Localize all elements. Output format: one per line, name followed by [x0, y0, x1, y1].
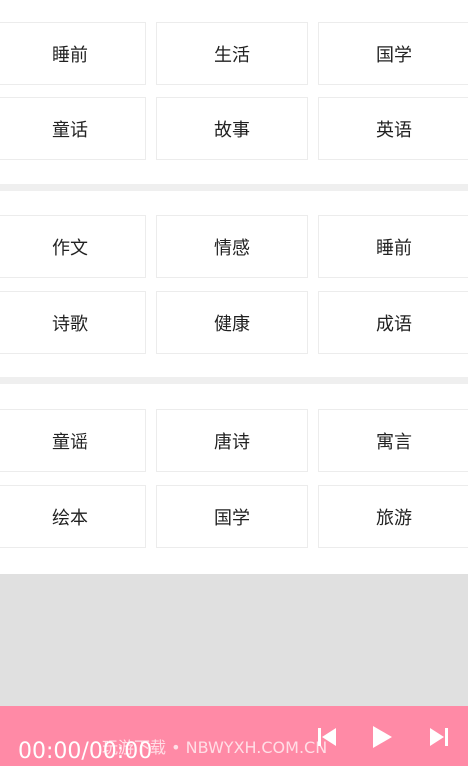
category-item[interactable]: 国学: [156, 485, 308, 548]
category-item[interactable]: 寓言: [318, 409, 468, 472]
category-item[interactable]: 诗歌: [0, 291, 146, 354]
category-item[interactable]: 绘本: [0, 485, 146, 548]
skip-previous-icon[interactable]: [317, 727, 337, 747]
category-item[interactable]: 成语: [318, 291, 468, 354]
audio-player-bar: 玩游下载 • NBWYXH.COM.CN 00:00/00:00: [0, 706, 468, 766]
category-item[interactable]: 故事: [156, 97, 308, 160]
category-section-1: 睡前 生活 国学 童话 故事 英语: [0, 0, 468, 186]
category-section-3: 童谣 唐诗 寓言 绘本 国学 旅游: [0, 384, 468, 570]
category-item[interactable]: 健康: [156, 291, 308, 354]
category-item[interactable]: 睡前: [0, 22, 146, 85]
category-item[interactable]: 国学: [318, 22, 468, 85]
category-item[interactable]: 童话: [0, 97, 146, 160]
category-item[interactable]: 童谣: [0, 409, 146, 472]
skip-next-icon[interactable]: [429, 727, 449, 747]
category-item[interactable]: 情感: [156, 215, 308, 278]
category-item[interactable]: 作文: [0, 215, 146, 278]
category-item[interactable]: 唐诗: [156, 409, 308, 472]
section-divider: [0, 377, 468, 384]
play-icon[interactable]: [371, 725, 393, 749]
category-item[interactable]: 生活: [156, 22, 308, 85]
category-item[interactable]: 英语: [318, 97, 468, 160]
category-item[interactable]: 旅游: [318, 485, 468, 548]
category-section-2: 作文 情感 睡前 诗歌 健康 成语: [0, 191, 468, 377]
playback-time: 00:00/00:00: [18, 739, 153, 764]
category-item[interactable]: 睡前: [318, 215, 468, 278]
section-divider: [0, 184, 468, 191]
empty-content-area: [0, 574, 468, 706]
